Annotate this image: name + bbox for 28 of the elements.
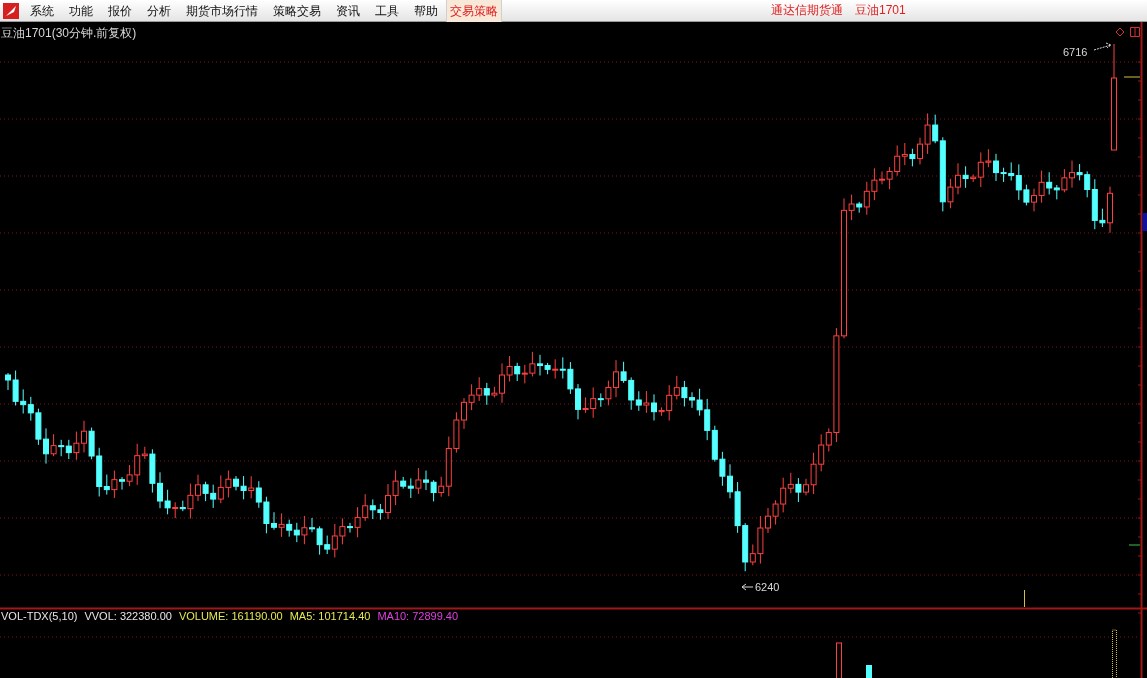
menu-item[interactable]: 资讯 bbox=[329, 0, 367, 22]
diamond-icon[interactable] bbox=[1115, 27, 1125, 37]
leader-line bbox=[741, 583, 754, 591]
price-tag bbox=[1142, 213, 1147, 231]
indicator-name: VOL-TDX(5,10) bbox=[1, 610, 78, 622]
high-price-label: 6716 bbox=[1063, 46, 1088, 58]
menu-item[interactable]: 分析 bbox=[140, 0, 178, 22]
indicator-value: VVOL: 322380.00 bbox=[84, 610, 172, 622]
panel-icon[interactable] bbox=[1130, 27, 1140, 37]
leader-line bbox=[1093, 42, 1112, 51]
menu-item[interactable]: 系统 bbox=[23, 0, 61, 22]
menu-item[interactable]: 功能 bbox=[62, 0, 100, 22]
price-marker bbox=[1123, 76, 1141, 78]
indicator-value: MA5: 101714.40 bbox=[289, 610, 371, 622]
menu-item[interactable]: 交易策略 bbox=[446, 0, 502, 22]
app-title: 通达信期货通 bbox=[771, 2, 843, 19]
chart-title: 豆油1701(30分钟.前复权) bbox=[0, 25, 137, 42]
menu-item[interactable]: 策略交易 bbox=[266, 0, 328, 22]
menu-item[interactable]: 工具 bbox=[368, 0, 406, 22]
app-logo-icon[interactable] bbox=[3, 2, 19, 19]
price-marker bbox=[1128, 544, 1141, 546]
menu-item[interactable]: 报价 bbox=[101, 0, 139, 22]
instrument-title: 豆油1701 bbox=[855, 2, 906, 19]
low-price-label: 6240 bbox=[755, 581, 780, 593]
indicator-value: VOLUME: 161190.00 bbox=[178, 610, 283, 622]
menu-item[interactable]: 帮助 bbox=[407, 0, 445, 22]
menu-item[interactable]: 期货市场行情 bbox=[179, 0, 265, 22]
indicator-value: MA10: 72899.40 bbox=[377, 610, 459, 622]
